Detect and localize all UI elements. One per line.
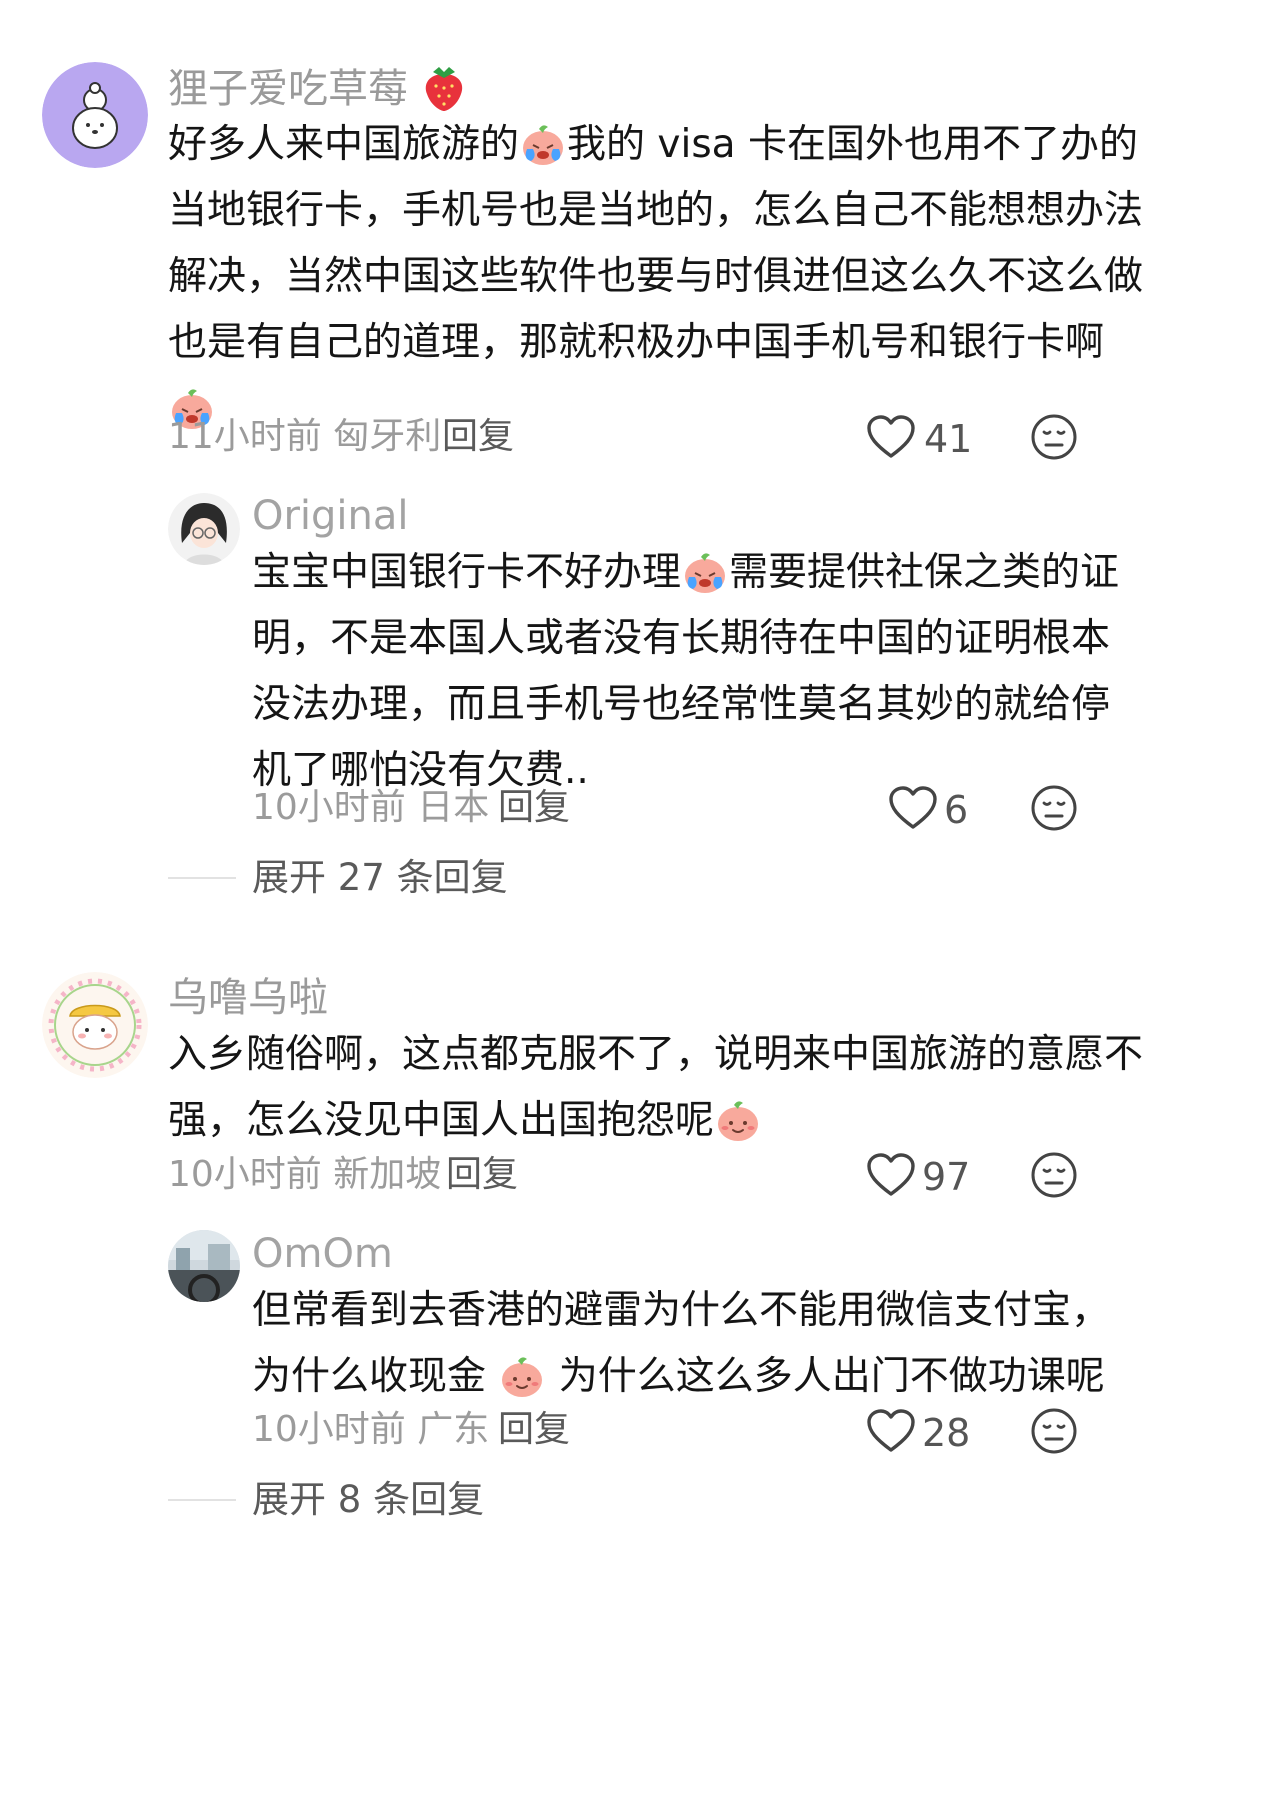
comment-line: 当地银行卡，手机号也是当地的，怎么自己不能想想办法 <box>168 188 1144 233</box>
comment-time: 10小时前 <box>168 1154 322 1195</box>
anime-girl-avatar-icon <box>168 493 240 565</box>
comment-line: 也是有自己的道理，那就积极办中国手机号和银行卡啊 <box>168 320 1105 365</box>
comment-meta: 11小时前 匈牙利 <box>168 415 441 459</box>
comment-line: 解决，当然中国这些软件也要与时俱进但这么久不这么做 <box>168 254 1144 299</box>
dislike-button[interactable] <box>1030 1407 1078 1459</box>
street-photo-avatar-icon <box>168 1230 240 1302</box>
heart-outline-icon <box>867 1409 915 1452</box>
comment-time: 10小时前 <box>252 787 406 828</box>
reply-body: 宝宝中国银行卡不好办理 需要提供社保之类的证 明，不是本国人或者没有长期待在中国的… <box>252 540 1119 804</box>
neutral-face-icon <box>1031 785 1077 831</box>
like-button[interactable] <box>866 1408 916 1458</box>
avatar[interactable] <box>168 1230 240 1302</box>
comment-line: 明，不是本国人或者没有长期待在中国的证明根本 <box>252 616 1111 661</box>
neutral-face-icon <box>1031 414 1077 460</box>
expand-replies-button[interactable]: 展开 27 条回复 <box>252 856 508 900</box>
reply-username[interactable]: Original <box>252 492 409 540</box>
expand-replies-button[interactable]: 展开 8 条回复 <box>252 1478 484 1522</box>
comment-location: 广东 <box>417 1409 490 1450</box>
comment-body: 入乡随俗啊，这点都克服不了，说明来中国旅游的意愿不 强，怎么没见中国人出国抱怨呢 <box>168 1022 1143 1154</box>
crying-peach-emoji <box>685 553 726 593</box>
comment-meta: 10小时前 新加坡 <box>168 1153 441 1197</box>
reply-button[interactable]: 回复 <box>446 1153 518 1197</box>
comment-line: 但常看到去香港的避雷为什么不能用微信支付宝， <box>252 1288 1111 1333</box>
reply-button[interactable]: 回复 <box>498 1408 570 1452</box>
comment-line: 入乡随俗啊，这点都克服不了，说明来中国旅游的意愿不 <box>168 1032 1144 1077</box>
dislike-button[interactable] <box>1030 1151 1078 1203</box>
like-button[interactable] <box>866 414 916 460</box>
comment-line: 没法办理，而且手机号也经常性莫名其妙的就给停 <box>252 682 1111 727</box>
expand-divider <box>168 877 236 879</box>
dislike-button[interactable] <box>1030 784 1078 836</box>
comment-body: 好多人来中国旅游的 我的 visa 卡在国外也用不了办的 当地银行卡，手机号也是当… <box>168 112 1143 442</box>
reply-username[interactable]: OmOm <box>252 1230 393 1278</box>
comment-location: 日本 <box>417 787 490 828</box>
crying-peach-emoji <box>523 125 564 165</box>
reply-meta: 10小时前 广东 <box>252 1408 489 1452</box>
comment-time: 10小时前 <box>252 1409 406 1450</box>
heart-outline-icon <box>867 415 915 458</box>
smiling-peach-emoji <box>502 1357 543 1397</box>
like-button[interactable] <box>888 785 938 835</box>
comment-line: 为什么收现金 为什么这么多人出门不做功课呢 <box>252 1354 1105 1399</box>
comment-line: 好多人来中国旅游的 我的 visa 卡在国外也用不了办的 <box>168 122 1138 167</box>
like-count: 28 <box>922 1411 971 1455</box>
neutral-face-icon <box>1031 1408 1077 1454</box>
reply-body: 但常看到去香港的避雷为什么不能用微信支付宝， 为什么收现金 为什么这么多人出门不… <box>252 1278 1110 1410</box>
reply-button[interactable]: 回复 <box>498 786 570 830</box>
avatar[interactable] <box>42 62 148 168</box>
like-count: 97 <box>922 1155 971 1199</box>
comment-username[interactable]: 乌噜乌啦 <box>168 974 328 1022</box>
strawberry-icon <box>425 67 462 111</box>
like-count: 41 <box>924 417 973 461</box>
comment-line: 宝宝中国银行卡不好办理 需要提供社保之类的证 <box>252 550 1120 595</box>
comment-time: 11小时前 <box>168 416 322 457</box>
like-count: 6 <box>944 788 969 832</box>
like-button[interactable] <box>866 1152 916 1202</box>
expand-divider <box>168 1499 236 1501</box>
comment-location: 匈牙利 <box>333 416 442 457</box>
heart-outline-icon <box>867 1153 915 1196</box>
heart-outline-icon <box>889 786 937 829</box>
avatar[interactable] <box>42 972 148 1078</box>
comment-line: 强，怎么没见中国人出国抱怨呢 <box>168 1088 1143 1154</box>
avatar[interactable] <box>168 493 240 565</box>
reply-meta: 10小时前 日本 <box>252 786 489 830</box>
neutral-face-icon <box>1031 1152 1077 1198</box>
smiling-peach-emoji <box>718 1101 759 1141</box>
comment-location: 新加坡 <box>333 1154 442 1195</box>
reply-button[interactable]: 回复 <box>442 415 514 459</box>
dislike-button[interactable] <box>1030 413 1078 465</box>
cat-flower-wreath-avatar-icon <box>42 972 148 1078</box>
bear-avatar-icon <box>42 62 148 168</box>
comment-username[interactable]: 狸子爱吃草莓 <box>168 64 467 113</box>
